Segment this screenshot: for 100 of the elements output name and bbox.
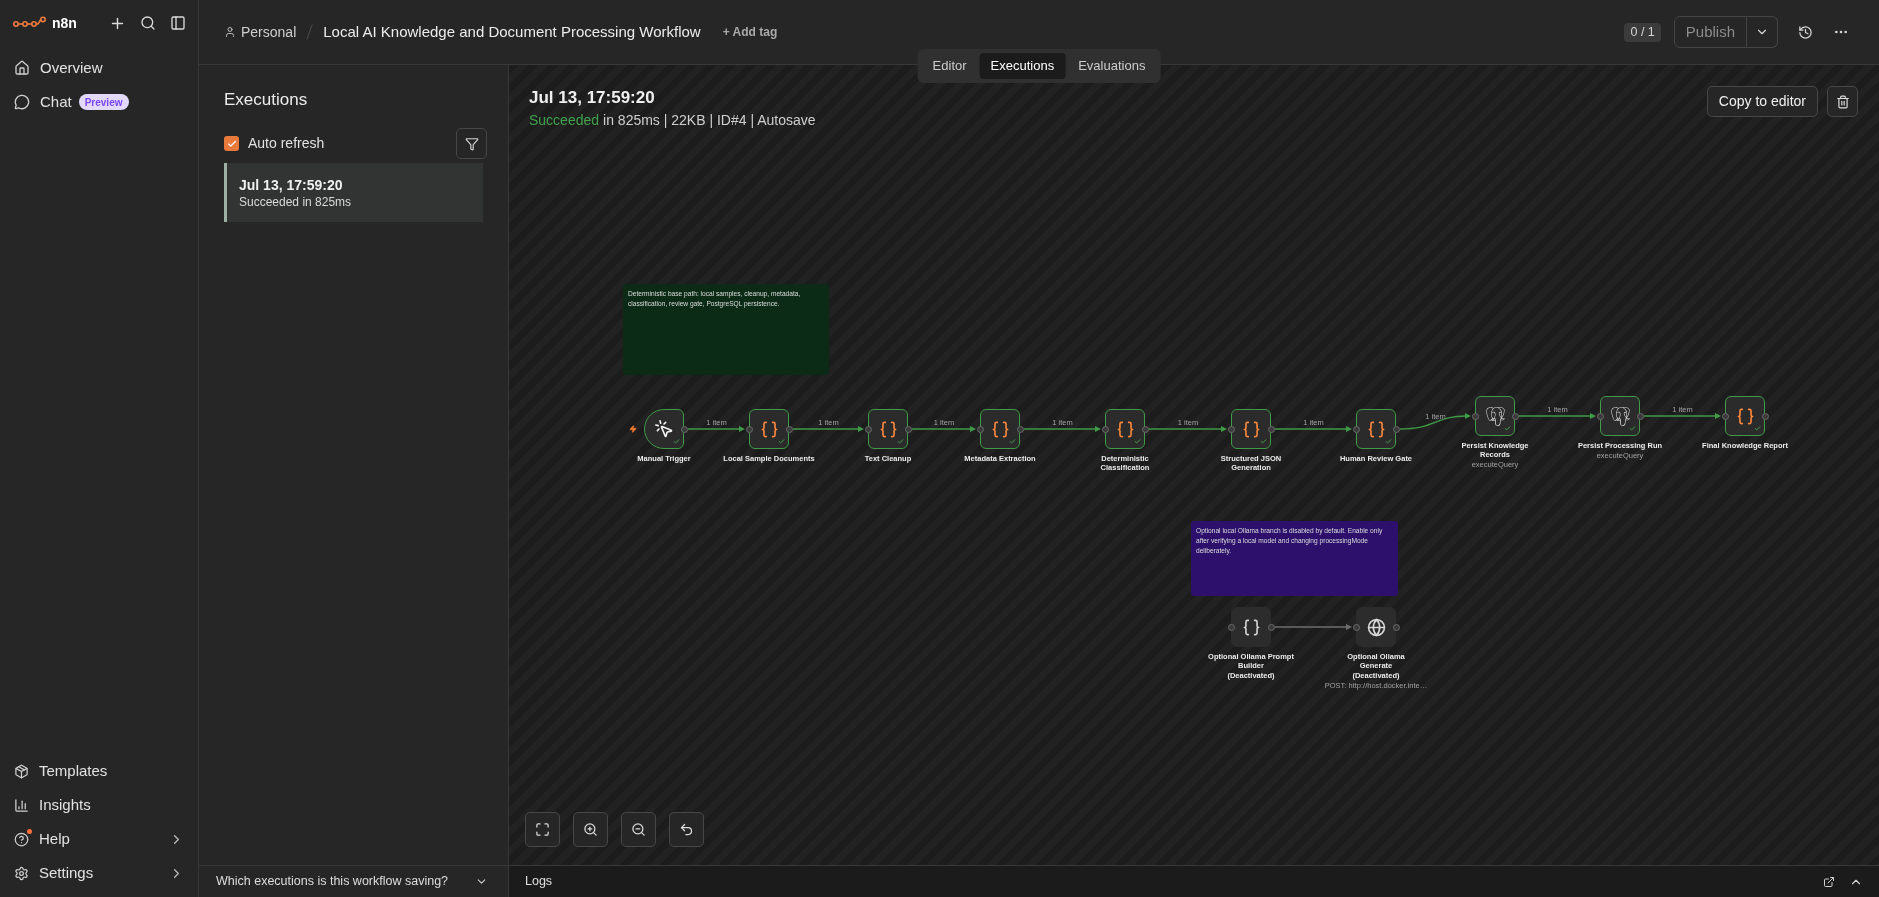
check-icon (1134, 438, 1141, 445)
connection-handle[interactable] (1352, 425, 1360, 433)
bar-chart-icon (14, 797, 29, 813)
workflow-node[interactable] (1231, 607, 1271, 647)
logo-icon (13, 16, 47, 30)
check-icon (778, 438, 785, 445)
sidebar-toggle-icon[interactable] (170, 15, 186, 31)
workflow-node[interactable] (644, 409, 684, 449)
zoom-out-button[interactable] (621, 812, 656, 847)
braces-icon (759, 419, 779, 439)
nav-item[interactable]: Templates (0, 754, 198, 788)
check-icon (1504, 425, 1511, 432)
zoom-in-icon (583, 822, 598, 837)
reset-zoom-button[interactable] (669, 812, 704, 847)
connection-handle[interactable] (1016, 425, 1024, 433)
elephant-icon (1485, 406, 1505, 426)
connection-handle[interactable] (1511, 412, 1519, 420)
braces-icon (1241, 617, 1261, 637)
fit-view-icon (535, 822, 550, 837)
connection-handle[interactable] (1721, 412, 1729, 420)
braces-icon (878, 419, 898, 439)
check-icon (673, 438, 680, 445)
connection-handle[interactable] (785, 425, 793, 433)
check-icon (1260, 438, 1267, 445)
connection-handle[interactable] (1471, 412, 1479, 420)
connection-handle[interactable] (864, 425, 872, 433)
workflow-node[interactable] (1105, 409, 1145, 449)
trash-icon (1835, 94, 1850, 109)
globe-icon (1366, 617, 1386, 637)
connection-handle[interactable] (1227, 623, 1235, 631)
zoom-in-button[interactable] (573, 812, 608, 847)
braces-icon (1115, 419, 1135, 439)
search-icon[interactable] (140, 15, 156, 31)
execution-title: Jul 13, 17:59:20 (529, 87, 656, 109)
connection-handle[interactable] (1596, 412, 1604, 420)
nav-item[interactable]: Overview (0, 51, 198, 85)
execution-summary: in 825ms | 22KB | ID#4 | Autosave (603, 111, 816, 130)
workflow-node[interactable] (749, 409, 789, 449)
execution-list-item[interactable]: Jul 13, 17:59:20 Succeeded in 825ms (224, 163, 483, 222)
check-icon (897, 438, 904, 445)
add-tag-link[interactable]: + Add tag (722, 23, 778, 41)
workflow-node[interactable] (1356, 607, 1396, 647)
connection-handle[interactable] (680, 425, 688, 433)
lightning-icon (629, 425, 637, 433)
nav-item[interactable]: Settings (0, 856, 198, 890)
connection-handle[interactable] (1392, 425, 1400, 433)
save-settings-question[interactable]: Which executions is this workflow saving? (216, 872, 449, 891)
connection-handle[interactable] (1141, 425, 1149, 433)
pop-out-icon[interactable] (1823, 875, 1835, 888)
view-tab[interactable]: Evaluations (1067, 53, 1157, 79)
workflow-title[interactable]: Local AI Knowledge and Document Processing Workflow (323, 20, 701, 44)
home-icon (14, 60, 30, 76)
connection-arrow (792, 426, 864, 432)
connection-handle[interactable] (1101, 425, 1109, 433)
zoom-out-icon (631, 822, 646, 837)
execution-status: Succeeded (529, 111, 600, 130)
braces-icon (990, 419, 1010, 439)
connection-handle[interactable] (1392, 623, 1400, 631)
workflow-node[interactable] (1356, 409, 1396, 449)
connection-handle[interactable] (904, 425, 912, 433)
view-tab[interactable]: Editor (921, 53, 978, 79)
connection-handle[interactable] (1267, 623, 1275, 631)
fit-view-button[interactable] (525, 812, 560, 847)
nav-item[interactable]: Chat Preview (0, 85, 198, 119)
checkbox-label[interactable]: Auto refresh (248, 133, 325, 154)
workflow-node[interactable] (1600, 396, 1640, 436)
connection-handle[interactable] (1352, 623, 1360, 631)
delete-button[interactable] (1827, 86, 1858, 117)
execution-time: Jul 13, 17:59:20 (239, 175, 344, 194)
undo-icon (679, 822, 694, 837)
filter-button[interactable] (456, 128, 487, 159)
checkbox[interactable] (224, 136, 239, 151)
connection-arrow (911, 426, 976, 432)
check-icon (226, 138, 237, 149)
check-icon (1385, 438, 1392, 445)
nav-item[interactable]: Help (0, 822, 198, 856)
history-icon[interactable] (1798, 24, 1813, 40)
workflow-node[interactable] (1725, 396, 1765, 436)
view-tab[interactable]: Executions (979, 53, 1066, 79)
logs-label: Logs (525, 873, 553, 891)
settings-icon (14, 865, 29, 881)
filter-icon (464, 136, 479, 151)
project-link[interactable]: Personal (241, 21, 297, 43)
help-icon (14, 831, 29, 847)
copy-to-editor-button[interactable]: Copy to editor (1706, 86, 1818, 117)
connection-handle[interactable] (1761, 412, 1769, 420)
workflow-node[interactable] (1231, 409, 1271, 449)
connection-handle[interactable] (1227, 425, 1235, 433)
brand-name: n8n (52, 13, 77, 33)
nav-item[interactable]: Insights (0, 788, 198, 822)
version-counter: 0 / 1 (1624, 22, 1661, 42)
workflow-node[interactable] (980, 409, 1020, 449)
connection-handle[interactable] (1267, 425, 1275, 433)
connection-handle[interactable] (1636, 412, 1644, 420)
connection-handle[interactable] (976, 425, 984, 433)
workflow-node[interactable] (1475, 396, 1515, 436)
elephant-icon (1610, 406, 1630, 426)
preview-badge: Preview (78, 94, 129, 110)
workflow-node[interactable] (868, 409, 908, 449)
connection-handle[interactable] (745, 425, 753, 433)
